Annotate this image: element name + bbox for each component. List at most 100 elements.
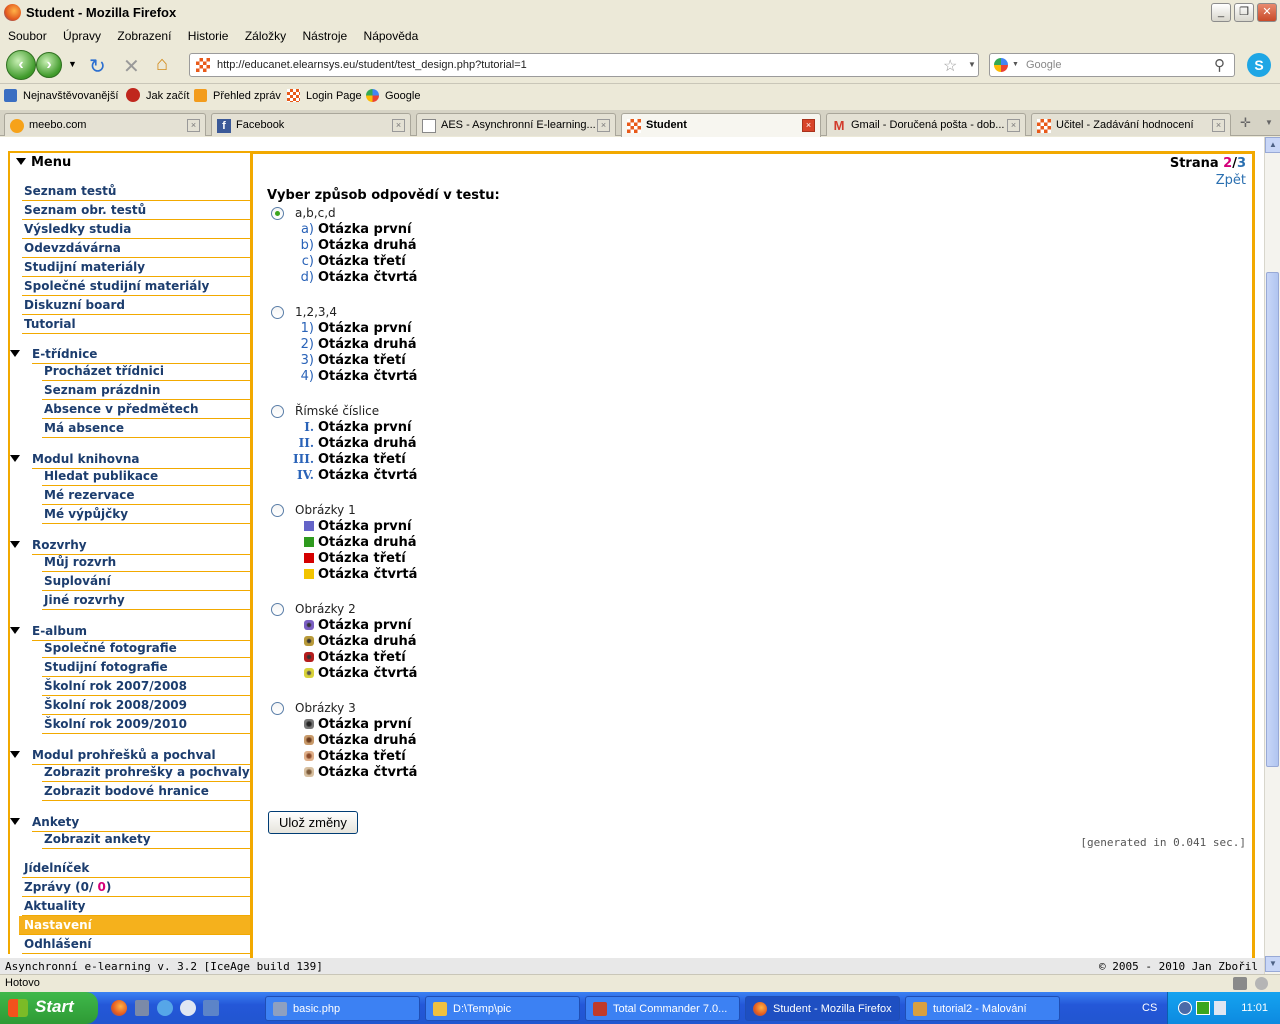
sidebar-section-rozvrhy[interactable]: Rozvrhy	[10, 534, 250, 555]
sidebar-section-modul-knihovna[interactable]: Modul knihovna	[10, 448, 250, 469]
sidebar-item-suplovani[interactable]: Suplování	[42, 572, 250, 591]
sidebar-item-hledat-publikace[interactable]: Hledat publikace	[42, 467, 250, 486]
bookmark-getting-started[interactable]: Jak začít	[146, 90, 189, 102]
sidebar-section-e-tridnice[interactable]: E-třídnice	[10, 343, 250, 364]
menu-zalozky[interactable]: Záložky	[237, 26, 291, 43]
close-tab-icon[interactable]: ×	[1007, 119, 1020, 132]
tab-gmail[interactable]: M Gmail - Doručená pošta - dob... ×	[826, 113, 1026, 136]
sidebar-item-bodove-hranice[interactable]: Zobrazit bodové hranice	[42, 782, 250, 801]
bookmark-google[interactable]: Google	[385, 90, 420, 102]
minimize-button[interactable]: _	[1211, 3, 1231, 22]
sidebar-item-muj-rozvrh[interactable]: Můj rozvrh	[42, 553, 250, 572]
menu-napoveda[interactable]: Nápověda	[356, 26, 424, 43]
quicklaunch-firefox-icon[interactable]	[111, 1000, 127, 1016]
sidebar-item-spolecne-fotografie[interactable]: Společné fotografie	[42, 639, 250, 658]
sidebar-item-me-vypujcky[interactable]: Mé výpůjčky	[42, 505, 250, 524]
scroll-up-arrow-icon[interactable]: ▲	[1265, 137, 1280, 153]
menu-historie[interactable]: Historie	[180, 26, 234, 43]
sidebar-item-spolecne-materialy[interactable]: Společné studijní materiály	[22, 277, 250, 296]
google-icon[interactable]	[994, 58, 1008, 72]
sidebar-item-absence-predmetech[interactable]: Absence v předmětech	[42, 400, 250, 419]
back-link[interactable]: Zpět	[1216, 173, 1246, 188]
search-engine-dropdown-icon[interactable]: ▼	[1012, 61, 1019, 68]
radio-roman[interactable]	[271, 405, 284, 418]
search-icon[interactable]: ⚲	[1214, 56, 1225, 74]
sidebar-item-rok-2008[interactable]: Školní rok 2008/2009	[42, 696, 250, 715]
tray-arrow-icon[interactable]	[1178, 1001, 1192, 1015]
quicklaunch-ie-icon[interactable]	[157, 1000, 173, 1016]
sidebar-item-jine-rozvrhy[interactable]: Jiné rozvrhy	[42, 591, 250, 610]
quicklaunch-desktop-icon[interactable]	[203, 1000, 219, 1016]
language-indicator[interactable]: CS	[1142, 1002, 1157, 1014]
bookmark-most-visited[interactable]: Nejnavštěvovanější	[23, 90, 118, 102]
forward-button[interactable]: ›	[36, 52, 62, 78]
tab-student[interactable]: Student ×	[621, 113, 821, 137]
bookmark-news[interactable]: Přehled zpráv	[213, 90, 281, 102]
bookmark-star-icon[interactable]: ☆	[943, 56, 957, 76]
close-window-button[interactable]: ✕	[1257, 3, 1277, 22]
sidebar-section-e-album[interactable]: E-album	[10, 620, 250, 641]
tab-facebook[interactable]: f Facebook ×	[211, 113, 411, 136]
sidebar-item-studijni-materialy[interactable]: Studijní materiály	[22, 258, 250, 277]
close-tab-icon[interactable]: ×	[597, 119, 610, 132]
sidebar-item-aktuality[interactable]: Aktuality	[22, 897, 250, 916]
quicklaunch-media-icon[interactable]	[180, 1000, 196, 1016]
tab-list-icon[interactable]: ▼	[1265, 118, 1273, 127]
tab-aes[interactable]: AES - Asynchronní E-learning... ×	[416, 113, 616, 136]
menu-soubor[interactable]: Soubor	[0, 26, 52, 43]
sidebar-item-seznam-testu[interactable]: Seznam testů	[22, 182, 250, 201]
sidebar-item-ma-absence[interactable]: Má absence	[42, 419, 250, 438]
radio-obrazky-2[interactable]	[271, 603, 284, 616]
scrollbar-thumb[interactable]	[1266, 272, 1279, 767]
history-dropdown-icon[interactable]: ▼	[68, 59, 77, 69]
tray-icon[interactable]	[1196, 1001, 1210, 1015]
pager-total-link[interactable]: 3	[1237, 156, 1246, 171]
task-folder[interactable]: D:\Temp\pic	[425, 996, 580, 1021]
close-tab-icon[interactable]: ×	[187, 119, 200, 132]
sidebar-item-nastaveni[interactable]: Nastavení	[19, 916, 250, 935]
back-button[interactable]: ‹	[6, 50, 36, 80]
task-basic-php[interactable]: basic.php	[265, 996, 420, 1021]
close-tab-icon[interactable]: ×	[802, 119, 815, 132]
maximize-button[interactable]: ❐	[1234, 3, 1254, 22]
vertical-scrollbar[interactable]: ▲ ▼	[1264, 137, 1280, 974]
task-firefox[interactable]: Student - Mozilla Firefox	[745, 996, 900, 1021]
close-tab-icon[interactable]: ×	[392, 119, 405, 132]
save-button[interactable]: Ulož změny	[268, 811, 358, 834]
sidebar-item-jidelnicek[interactable]: Jídelníček	[22, 859, 250, 878]
radio-abcd[interactable]	[271, 207, 284, 220]
tab-ucitel[interactable]: Učitel - Zadávání hodnocení ×	[1031, 113, 1231, 136]
radio-obrazky-1[interactable]	[271, 504, 284, 517]
task-paint[interactable]: tutorial2 - Malování	[905, 996, 1060, 1021]
sidebar-item-zpravy[interactable]: Zprávy (0/ 0)	[22, 878, 250, 897]
addon-icon[interactable]	[1233, 977, 1247, 990]
tray-icon[interactable]	[1214, 1001, 1226, 1015]
sidebar-section-ankety[interactable]: Ankety	[10, 811, 250, 832]
sidebar-header[interactable]: Menu	[10, 153, 250, 173]
bookmark-login-page[interactable]: Login Page	[306, 90, 362, 102]
close-tab-icon[interactable]: ×	[1212, 119, 1225, 132]
sidebar-item-zobrazit-prohresky[interactable]: Zobrazit prohrešky a pochvaly	[42, 763, 250, 782]
scroll-down-arrow-icon[interactable]: ▼	[1265, 956, 1280, 972]
menu-zobrazeni[interactable]: Zobrazení	[109, 26, 176, 43]
quicklaunch-icon[interactable]	[135, 1000, 149, 1016]
url-dropdown-icon[interactable]: ▼	[968, 60, 976, 69]
sidebar-item-vysledky-studia[interactable]: Výsledky studia	[22, 220, 250, 239]
menu-nastroje[interactable]: Nástroje	[295, 26, 353, 43]
sidebar-item-seznam-obr-testu[interactable]: Seznam obr. testů	[22, 201, 250, 220]
stop-icon[interactable]: ✕	[123, 54, 140, 79]
home-icon[interactable]: ⌂	[156, 53, 168, 76]
menu-upravy[interactable]: Úpravy	[55, 26, 106, 43]
sidebar-item-tutorial[interactable]: Tutorial	[22, 315, 250, 334]
sidebar-item-me-rezervace[interactable]: Mé rezervace	[42, 486, 250, 505]
sidebar-section-prohresky[interactable]: Modul prohřešků a pochval	[10, 744, 250, 765]
new-tab-icon[interactable]: ✛	[1240, 115, 1251, 131]
task-total-commander[interactable]: Total Commander 7.0...	[585, 996, 740, 1021]
tab-meebo[interactable]: meebo.com ×	[4, 113, 206, 136]
sidebar-item-diskuzni-board[interactable]: Diskuzní board	[22, 296, 250, 315]
radio-1234[interactable]	[271, 306, 284, 319]
radio-obrazky-3[interactable]	[271, 702, 284, 715]
sidebar-item-studijni-fotografie[interactable]: Studijní fotografie	[42, 658, 250, 677]
sidebar-item-rok-2009[interactable]: Školní rok 2009/2010	[42, 715, 250, 734]
start-button[interactable]: Start	[0, 992, 98, 1024]
